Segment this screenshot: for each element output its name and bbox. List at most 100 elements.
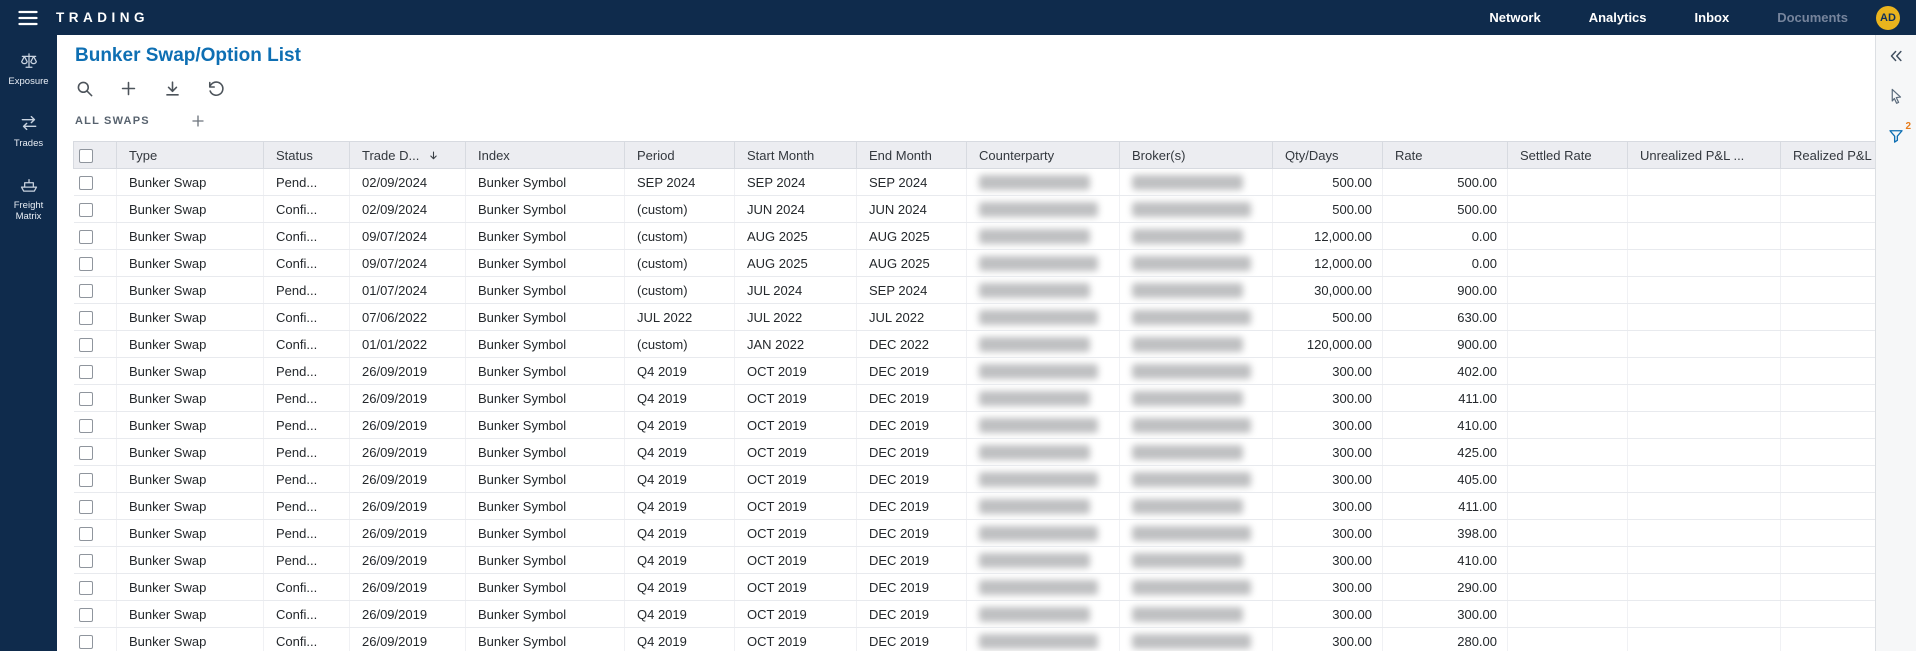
- cell-rate: 300.00: [1383, 601, 1508, 628]
- grid-row[interactable]: Bunker SwapPend...26/09/2019Bunker Symbo…: [74, 439, 1876, 466]
- grid-row[interactable]: Bunker SwapPend...26/09/2019Bunker Symbo…: [74, 547, 1876, 574]
- ship-icon: [19, 175, 39, 195]
- column-header-type[interactable]: Type: [117, 142, 264, 169]
- column-header-end_month[interactable]: End Month: [857, 142, 967, 169]
- cell-status: Pend...: [264, 466, 350, 493]
- redacted-value: [979, 175, 1090, 190]
- row-checkbox[interactable]: [79, 230, 93, 244]
- row-checkbox[interactable]: [79, 392, 93, 406]
- cell-realized_pl: [1781, 574, 1876, 601]
- grid-row[interactable]: Bunker SwapConfi...01/01/2022Bunker Symb…: [74, 331, 1876, 358]
- grid-row[interactable]: Bunker SwapConfi...07/06/2022Bunker Symb…: [74, 304, 1876, 331]
- column-header-trade_date[interactable]: Trade D...: [350, 142, 466, 169]
- grid-row[interactable]: Bunker SwapPend...26/09/2019Bunker Symbo…: [74, 466, 1876, 493]
- download-button[interactable]: [162, 78, 182, 98]
- row-checkbox[interactable]: [79, 365, 93, 379]
- column-header-realized_pl[interactable]: Realized P&L: [1781, 142, 1876, 169]
- add-button[interactable]: [118, 78, 138, 98]
- column-header-counterparty[interactable]: Counterparty: [967, 142, 1120, 169]
- cell-settled_rate: [1508, 493, 1628, 520]
- cell-type: Bunker Swap: [117, 493, 264, 520]
- row-checkbox[interactable]: [79, 176, 93, 190]
- exchange-icon: [19, 113, 39, 133]
- cell-status: Confi...: [264, 250, 350, 277]
- pointer-tool-button[interactable]: [1882, 83, 1910, 109]
- cell-realized_pl: [1781, 250, 1876, 277]
- grid-row[interactable]: Bunker SwapConfi...09/07/2024Bunker Symb…: [74, 223, 1876, 250]
- row-checkbox[interactable]: [79, 527, 93, 541]
- cell-period: Q4 2019: [625, 439, 735, 466]
- select-all-checkbox[interactable]: [79, 149, 93, 163]
- cell-index: Bunker Symbol: [466, 547, 625, 574]
- tab-all-swaps[interactable]: ALL SWAPS: [75, 115, 150, 127]
- row-checkbox[interactable]: [79, 338, 93, 352]
- grid-row[interactable]: Bunker SwapPend...01/07/2024Bunker Symbo…: [74, 277, 1876, 304]
- sidebar-item-label: Trades: [14, 138, 43, 149]
- row-checkbox[interactable]: [79, 473, 93, 487]
- row-checkbox[interactable]: [79, 203, 93, 217]
- row-checkbox[interactable]: [79, 635, 93, 649]
- cell-unrealized_pl: [1628, 358, 1781, 385]
- column-header-period[interactable]: Period: [625, 142, 735, 169]
- row-checkbox[interactable]: [79, 581, 93, 595]
- row-checkbox[interactable]: [79, 257, 93, 271]
- column-header-brokers[interactable]: Broker(s): [1120, 142, 1273, 169]
- sidebar-item-freight-matrix[interactable]: Freight Matrix: [0, 175, 57, 222]
- grid-row[interactable]: Bunker SwapPend...26/09/2019Bunker Symbo…: [74, 358, 1876, 385]
- column-header-start_month[interactable]: Start Month: [735, 142, 857, 169]
- row-checkbox[interactable]: [79, 311, 93, 325]
- row-checkbox[interactable]: [79, 608, 93, 622]
- cell-brokers: [1120, 358, 1273, 385]
- sidebar-item-exposure[interactable]: Exposure: [0, 51, 57, 87]
- avatar[interactable]: AD: [1876, 6, 1900, 30]
- row-checkbox[interactable]: [79, 419, 93, 433]
- filter-button[interactable]: 2: [1882, 123, 1910, 149]
- redacted-value: [979, 445, 1090, 460]
- cell-start_month: OCT 2019: [735, 520, 857, 547]
- refresh-icon: [207, 79, 226, 98]
- column-header-index[interactable]: Index: [466, 142, 625, 169]
- grid-row[interactable]: Bunker SwapConfi...26/09/2019Bunker Symb…: [74, 601, 1876, 628]
- row-checkbox[interactable]: [79, 554, 93, 568]
- grid-row[interactable]: Bunker SwapConfi...09/07/2024Bunker Symb…: [74, 250, 1876, 277]
- cell-realized_pl: [1781, 412, 1876, 439]
- cell-start_month: OCT 2019: [735, 466, 857, 493]
- refresh-button[interactable]: [206, 78, 226, 98]
- nav-link-analytics[interactable]: Analytics: [1589, 10, 1647, 25]
- column-header-qty_days[interactable]: Qty/Days: [1273, 142, 1383, 169]
- row-checkbox[interactable]: [79, 500, 93, 514]
- column-header-settled_rate[interactable]: Settled Rate: [1508, 142, 1628, 169]
- nav-link-network[interactable]: Network: [1489, 10, 1540, 25]
- menu-button[interactable]: [16, 6, 40, 30]
- column-header-rate[interactable]: Rate: [1383, 142, 1508, 169]
- cell-brokers: [1120, 277, 1273, 304]
- column-header-status[interactable]: Status: [264, 142, 350, 169]
- cell-trade_date: 26/09/2019: [350, 385, 466, 412]
- grid-row[interactable]: Bunker SwapConfi...26/09/2019Bunker Symb…: [74, 628, 1876, 651]
- row-checkbox[interactable]: [79, 284, 93, 298]
- add-view-button[interactable]: [190, 113, 206, 129]
- cell-qty_days: 500.00: [1273, 304, 1383, 331]
- cell-realized_pl: [1781, 277, 1876, 304]
- grid-row[interactable]: Bunker SwapPend...26/09/2019Bunker Symbo…: [74, 412, 1876, 439]
- row-checkbox[interactable]: [79, 446, 93, 460]
- grid-row[interactable]: Bunker SwapPend...26/09/2019Bunker Symbo…: [74, 385, 1876, 412]
- collapse-panel-button[interactable]: [1882, 43, 1910, 69]
- grid-row[interactable]: Bunker SwapConfi...02/09/2024Bunker Symb…: [74, 196, 1876, 223]
- cell-counterparty: [967, 547, 1120, 574]
- grid-row[interactable]: Bunker SwapPend...26/09/2019Bunker Symbo…: [74, 493, 1876, 520]
- cell-counterparty: [967, 304, 1120, 331]
- cell-qty_days: 500.00: [1273, 169, 1383, 196]
- column-header-unrealized_pl[interactable]: Unrealized P&L ...: [1628, 142, 1781, 169]
- grid-row[interactable]: Bunker SwapPend...02/09/2024Bunker Symbo…: [74, 169, 1876, 196]
- sidebar-item-trades[interactable]: Trades: [0, 113, 57, 149]
- nav-link-documents[interactable]: Documents: [1777, 10, 1848, 25]
- grid-row[interactable]: Bunker SwapPend...26/09/2019Bunker Symbo…: [74, 520, 1876, 547]
- cell-rate: 410.00: [1383, 412, 1508, 439]
- nav-link-inbox[interactable]: Inbox: [1695, 10, 1730, 25]
- cell-status: Pend...: [264, 277, 350, 304]
- cell-index: Bunker Symbol: [466, 331, 625, 358]
- cell-unrealized_pl: [1628, 277, 1781, 304]
- search-button[interactable]: [74, 78, 94, 98]
- grid-row[interactable]: Bunker SwapConfi...26/09/2019Bunker Symb…: [74, 574, 1876, 601]
